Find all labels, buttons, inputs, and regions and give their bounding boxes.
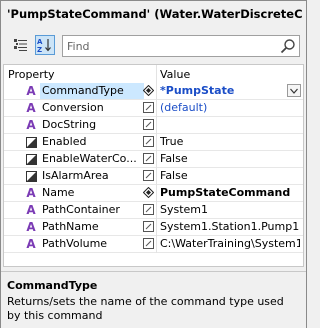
- grid-header: Property Value: [4, 65, 303, 83]
- search-input[interactable]: [67, 38, 275, 54]
- key-diamond-icon: [142, 84, 155, 97]
- property-row[interactable]: A Conversion (default): [4, 100, 303, 117]
- property-row[interactable]: IsAlarmArea False: [4, 168, 303, 185]
- string-property-icon: A: [26, 203, 36, 217]
- property-value[interactable]: (default): [160, 100, 300, 116]
- property-column-header: Property: [8, 68, 55, 81]
- property-name: EnableWaterCo...: [42, 152, 137, 165]
- value-column-header: Value: [160, 68, 191, 81]
- svg-text:A: A: [37, 38, 43, 46]
- chevron-down-icon: [290, 88, 298, 94]
- property-row[interactable]: A PathVolume C:\WaterTraining\System1...: [4, 236, 303, 253]
- property-value[interactable]: System1: [160, 202, 300, 218]
- property-name: PathName: [42, 220, 99, 233]
- editable-icon: [143, 221, 154, 232]
- editable-icon: [143, 204, 154, 215]
- property-value[interactable]: PumpStateCommand: [160, 185, 300, 201]
- property-name: PathContainer: [42, 203, 120, 216]
- property-value[interactable]: False: [160, 151, 300, 167]
- property-row[interactable]: Enabled True: [4, 134, 303, 151]
- property-row[interactable]: A PathContainer System1: [4, 202, 303, 219]
- description-text: Returns/sets the name of the command typ…: [7, 295, 284, 322]
- property-value[interactable]: C:\WaterTraining\System1...: [160, 236, 300, 252]
- search-icon[interactable]: [280, 38, 296, 54]
- editable-icon: [143, 153, 154, 164]
- svg-text:Z: Z: [37, 46, 42, 53]
- string-property-icon: A: [26, 186, 36, 200]
- property-row[interactable]: A Name PumpStateCommand: [4, 185, 303, 202]
- property-name: CommandType: [40, 83, 144, 99]
- property-name: PathVolume: [42, 237, 108, 250]
- property-name: Enabled: [42, 135, 87, 148]
- property-name: DocString: [42, 118, 97, 131]
- toolbar: A Z: [1, 31, 306, 61]
- string-property-icon: A: [26, 220, 36, 234]
- string-property-icon: A: [26, 118, 36, 132]
- editable-icon: [143, 238, 154, 249]
- property-value[interactable]: True: [160, 134, 300, 150]
- categorized-view-icon: [14, 39, 27, 51]
- editable-icon: [143, 102, 154, 113]
- categorized-view-button[interactable]: [11, 35, 31, 55]
- property-row[interactable]: A PathName System1.Station1.Pump1....: [4, 219, 303, 236]
- property-value[interactable]: *PumpState: [160, 83, 300, 99]
- property-grid: Property Value A CommandType *PumpState A Co…: [3, 64, 304, 267]
- window-title: 'PumpStateCommand' (Water.WaterDiscreteC…: [7, 7, 303, 21]
- alphabetical-sort-button[interactable]: A Z: [35, 35, 55, 55]
- boolean-property-icon: [25, 170, 37, 182]
- key-diamond-icon: [142, 186, 155, 199]
- property-value[interactable]: [160, 117, 300, 133]
- description-panel: CommandType Returns/sets the name of the…: [1, 271, 306, 328]
- boolean-property-icon: [25, 136, 37, 148]
- properties-window: 'PumpStateCommand' (Water.WaterDiscreteC…: [0, 0, 307, 328]
- property-value[interactable]: False: [160, 168, 300, 184]
- dropdown-button[interactable]: [287, 84, 301, 97]
- editable-icon: [143, 170, 154, 181]
- property-value[interactable]: System1.Station1.Pump1....: [160, 219, 300, 235]
- string-property-icon: A: [26, 101, 36, 115]
- property-row[interactable]: A CommandType *PumpState: [4, 83, 303, 100]
- property-row[interactable]: A DocString: [4, 117, 303, 134]
- sort-alphabetical-icon: A Z: [37, 38, 51, 53]
- property-name: Conversion: [42, 101, 104, 114]
- property-name: Name: [42, 186, 75, 199]
- editable-icon: [143, 119, 154, 130]
- title-bar[interactable]: 'PumpStateCommand' (Water.WaterDiscreteC…: [1, 1, 306, 29]
- string-property-icon: A: [26, 84, 36, 98]
- property-rows: A CommandType *PumpState A Conversion (defaul…: [4, 83, 303, 253]
- property-name: IsAlarmArea: [42, 169, 109, 182]
- string-property-icon: A: [26, 237, 36, 251]
- description-title: CommandType: [7, 279, 98, 292]
- editable-icon: [143, 136, 154, 147]
- property-row[interactable]: EnableWaterCo... False: [4, 151, 303, 168]
- search-box[interactable]: [62, 35, 300, 57]
- boolean-property-icon: [25, 153, 37, 165]
